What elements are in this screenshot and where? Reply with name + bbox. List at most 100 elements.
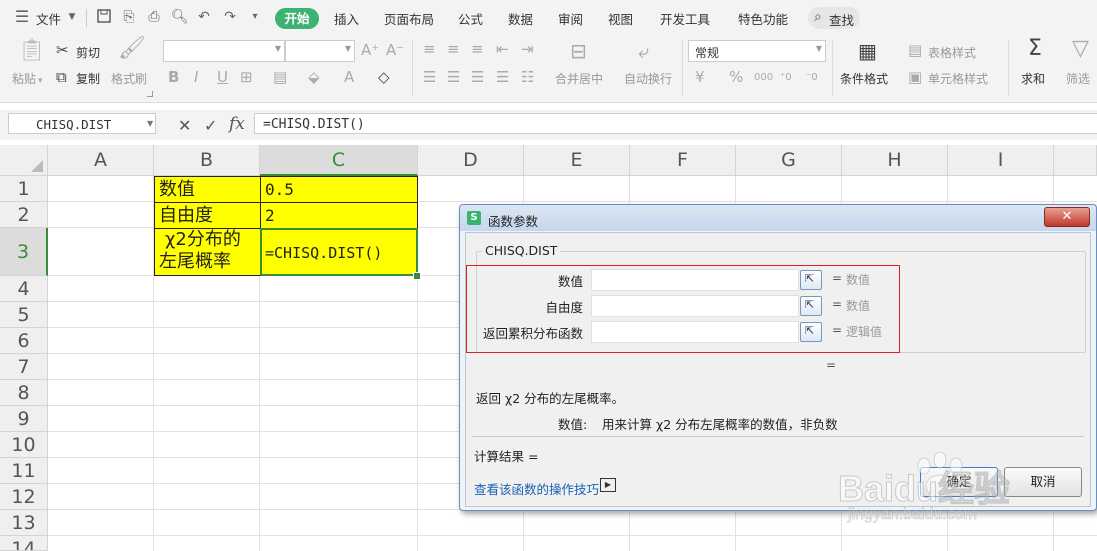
video-play-icon[interactable]: ▶ [600,478,616,492]
arg-input-number[interactable] [591,269,799,291]
chevron-down-icon[interactable]: ▼ [147,119,153,128]
font-color-icon[interactable]: A [344,68,354,86]
cell-c1[interactable]: 0.5 [260,176,418,203]
tab-developer[interactable]: 开发工具 [660,9,710,28]
close-button[interactable]: ✕ [1044,207,1090,227]
redo-icon[interactable]: ↷ [222,9,238,25]
insert-function-button[interactable]: fx [229,114,245,134]
column-header-i[interactable]: I [948,145,1054,176]
column-header-b[interactable]: B [154,145,260,176]
row-header-4[interactable]: 4 [0,276,48,302]
tab-home[interactable]: 开始 [275,8,319,29]
cell-style-icon[interactable]: ▣ [908,68,922,86]
arg-input-degrees-freedom[interactable] [591,295,799,317]
arg-input-cumulative[interactable] [591,321,799,343]
merge-center-button[interactable]: 合并居中 [555,70,603,87]
row-header-10[interactable]: 10 [0,432,48,458]
cell-b2[interactable]: 自由度 [154,202,261,229]
column-header-g[interactable]: G [736,145,842,176]
column-header-d[interactable]: D [418,145,524,176]
row-header-12[interactable]: 12 [0,484,48,510]
row-header-2[interactable]: 2 [0,202,48,228]
bold-icon[interactable]: B [168,68,179,86]
justify-icon[interactable]: ☰ [496,68,509,86]
align-right-icon[interactable]: ☰ [471,68,484,86]
decrease-decimal-icon[interactable]: ⁻0 [806,69,818,87]
search-button[interactable]: ⌕ 查找 [808,7,860,29]
font-name-dropdown[interactable]: ▼ [163,40,285,62]
cell-style-button[interactable]: 单元格样式 [928,70,988,87]
underline-icon[interactable]: U [217,68,228,86]
align-bottom-icon[interactable]: ≡ [471,40,484,58]
conditional-format-button[interactable]: 条件格式 [840,70,888,87]
collapse-dialog-button[interactable]: ⇱ [800,322,822,342]
copy-icon[interactable]: ⧉ [56,68,67,86]
copy-button[interactable]: 复制 [76,70,100,87]
column-header-h[interactable]: H [842,145,948,176]
align-middle-icon[interactable]: ≡ [447,40,460,58]
confirm-icon[interactable]: ✓ [204,116,217,135]
increase-font-icon[interactable]: A⁺ [361,41,379,59]
row-header-8[interactable]: 8 [0,380,48,406]
fill-color-icon[interactable]: ⬙ [308,68,320,86]
row-header-1[interactable]: 1 [0,176,48,202]
column-header-e[interactable]: E [524,145,630,176]
table-style-button[interactable]: 表格样式 [928,44,976,61]
sum-icon[interactable]: Σ [1028,38,1042,60]
file-menu[interactable]: 文件 [36,9,61,28]
filter-button[interactable]: 筛选 [1066,70,1090,87]
indent-decrease-icon[interactable]: ⇤ [496,40,509,58]
conditional-format-icon[interactable]: ▦ [858,41,877,61]
italic-icon[interactable]: I [194,68,198,86]
row-header-5[interactable]: 5 [0,302,48,328]
dialog-titlebar[interactable]: S 函数参数 ✕ [460,205,1096,231]
currency-icon[interactable]: ¥ [695,68,705,86]
thousands-icon[interactable]: 000 [754,69,773,87]
column-header-f[interactable]: F [630,145,736,176]
save-icon[interactable] [96,9,112,25]
paste-icon[interactable]: 📋︎ [18,40,46,62]
tab-data[interactable]: 数据 [508,9,533,28]
row-header-14[interactable]: 14 [0,536,48,551]
align-left-icon[interactable]: ☰ [423,68,436,86]
collapse-dialog-button[interactable]: ⇱ [800,270,822,290]
filter-icon[interactable]: ▽ [1072,38,1089,60]
cut-button[interactable]: 剪切 [76,44,100,61]
merge-center-icon[interactable]: ⊟ [570,41,587,61]
table-style-icon[interactable]: ▤ [908,41,922,59]
row-header-11[interactable]: 11 [0,458,48,484]
formula-input[interactable]: =CHISQ.DIST() [254,113,1097,134]
help-link[interactable]: 查看该函数的操作技巧 [474,479,599,498]
cell-c2[interactable]: 2 [260,202,418,229]
fill-handle[interactable] [413,272,421,280]
tab-view[interactable]: 视图 [608,9,633,28]
cell-b1[interactable]: 数值 [154,176,261,203]
border-icon[interactable]: ⊞ [240,68,253,86]
wrap-text-icon[interactable]: ⤶ [638,41,649,61]
row-header-7[interactable]: 7 [0,354,48,380]
format-painter-button[interactable]: 格式刷 [111,70,147,87]
collapse-dialog-button[interactable]: ⇱ [800,296,822,316]
name-box[interactable]: CHISQ.DIST [8,113,156,134]
chevron-down-icon[interactable]: ▼ [64,9,80,25]
decrease-font-icon[interactable]: A⁻ [386,41,404,59]
customize-toolbar-icon[interactable]: ▾ [247,9,263,25]
print-icon[interactable]: ⎙ [146,9,162,25]
percent-icon[interactable]: % [729,68,743,86]
cell-c3-active[interactable]: =CHISQ.DIST() [260,228,418,276]
tab-special-features[interactable]: 特色功能 [738,9,788,28]
column-header-c[interactable]: C [260,145,418,176]
export-pdf-icon[interactable]: ⎘ [121,9,137,25]
row-header-3[interactable]: 3 [0,228,48,276]
sum-button[interactable]: 求和 [1021,70,1045,87]
align-top-icon[interactable]: ≡ [423,40,436,58]
distributed-icon[interactable]: ☷ [521,68,534,86]
tab-formulas[interactable]: 公式 [458,9,483,28]
row-header-9[interactable]: 9 [0,406,48,432]
cancel-button[interactable]: 取消 [1004,467,1082,497]
clear-format-icon[interactable]: ◇ [378,68,390,86]
fill-pattern-icon[interactable]: ▤ [273,68,287,86]
cancel-icon[interactable]: ✕ [178,116,191,135]
hamburger-menu-icon[interactable]: ☰ [14,9,30,25]
column-header-a[interactable]: A [48,145,154,176]
